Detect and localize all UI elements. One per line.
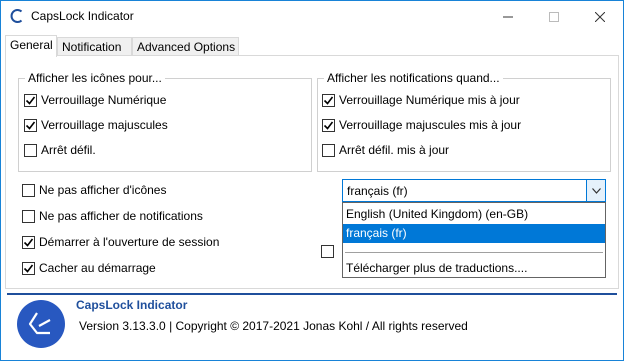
option-hide-on-startup[interactable]: Cacher au démarrage (22, 261, 156, 275)
title-bar[interactable]: CapsLock Indicator (1, 1, 623, 32)
option-scroll-lock-icon[interactable]: Arrêt défil. (24, 143, 96, 157)
maximize-icon (549, 11, 559, 22)
option-partially-hidden[interactable] (321, 245, 338, 258)
checkbox-num-lock-notification[interactable] (322, 93, 335, 107)
option-caps-lock-notification[interactable]: Verrouillage majuscules mis à jour (322, 118, 521, 132)
tab-strip: General Notification Advanced Options (5, 35, 621, 57)
checkbox-scroll-lock-notification[interactable] (322, 143, 335, 157)
checkmark-icon (25, 96, 36, 105)
icons-group-title: Afficher les icônes pour... (25, 71, 165, 85)
language-option-fr[interactable]: français (fr) (343, 224, 605, 243)
dropdown-separator (345, 252, 603, 253)
checkbox-scroll-lock-icon[interactable] (24, 143, 37, 157)
option-hide-notifications[interactable]: Ne pas afficher de notifications (22, 209, 203, 223)
option-label: Ne pas afficher de notifications (39, 209, 203, 223)
chevron-down-icon (591, 187, 601, 194)
checkbox-caps-lock-icon[interactable] (24, 118, 37, 132)
checkbox-num-lock-icon[interactable] (24, 93, 37, 107)
option-caps-lock-icon[interactable]: Verrouillage majuscules (24, 118, 168, 132)
option-label: Verrouillage majuscules (41, 118, 168, 132)
option-label: Démarrer à l'ouverture de session (39, 235, 220, 249)
notifications-group-title: Afficher les notifications quand... (324, 71, 503, 85)
language-option-en-gb[interactable]: English (United Kingdom) (en-GB) (343, 205, 605, 224)
checkbox-caps-lock-notification[interactable] (322, 118, 335, 132)
maximize-button[interactable] (531, 1, 577, 32)
option-num-lock-notification[interactable]: Verrouillage Numérique mis à jour (322, 93, 520, 107)
close-icon (595, 11, 605, 22)
option-start-on-logon[interactable]: Démarrer à l'ouverture de session (22, 235, 219, 249)
main-window: CapsLock Indicator General Notification … (0, 0, 624, 361)
option-hide-icons[interactable]: Ne pas afficher d'icônes (22, 183, 166, 197)
option-scroll-lock-notification[interactable]: Arrêt défil. mis à jour (322, 143, 449, 157)
checkmark-icon (25, 121, 36, 130)
option-label: Ne pas afficher d'icônes (39, 183, 167, 197)
app-logo (17, 300, 65, 348)
app-icon (10, 9, 23, 23)
option-label: Verrouillage Numérique (41, 93, 167, 107)
language-dropdown-list: English (United Kingdom) (en-GB) françai… (342, 202, 606, 278)
checkbox-hide-on-startup[interactable] (22, 261, 35, 275)
language-select-value: français (fr) (347, 184, 408, 198)
checkmark-icon (23, 264, 34, 273)
option-label: Verrouillage Numérique mis à jour (339, 93, 520, 107)
footer-app-name: CapsLock Indicator (76, 298, 188, 312)
tab-notification[interactable]: Notification (57, 37, 132, 56)
checkbox-hide-icons[interactable] (22, 183, 35, 197)
footer-divider (7, 293, 617, 295)
checkbox-hide-notifications[interactable] (22, 209, 35, 223)
checkmark-icon (323, 121, 334, 130)
option-label: Cacher au démarrage (39, 261, 156, 275)
language-select[interactable]: français (fr) (342, 179, 606, 202)
minimize-button[interactable] (485, 1, 531, 32)
option-label: Arrêt défil. (41, 143, 96, 157)
checkbox-partially-hidden[interactable] (321, 245, 334, 258)
footer-version: Version 3.13.3.0 | Copyright © 2017-2021… (79, 319, 468, 333)
option-label: Verrouillage majuscules mis à jour (339, 118, 522, 132)
checkbox-start-on-logon[interactable] (22, 235, 35, 249)
window-title: CapsLock Indicator (31, 9, 134, 23)
close-button[interactable] (577, 1, 623, 32)
option-num-lock-icon[interactable]: Verrouillage Numérique (24, 93, 166, 107)
option-label: Arrêt défil. mis à jour (339, 143, 450, 157)
minimize-icon (503, 16, 513, 17)
download-translations-option[interactable]: Télécharger plus de traductions.... (343, 259, 605, 278)
language-select-toggle[interactable] (586, 180, 605, 201)
checkmark-icon (323, 96, 334, 105)
checkmark-icon (23, 238, 34, 247)
tab-advanced-options[interactable]: Advanced Options (132, 37, 239, 56)
tab-general[interactable]: General (5, 35, 57, 57)
